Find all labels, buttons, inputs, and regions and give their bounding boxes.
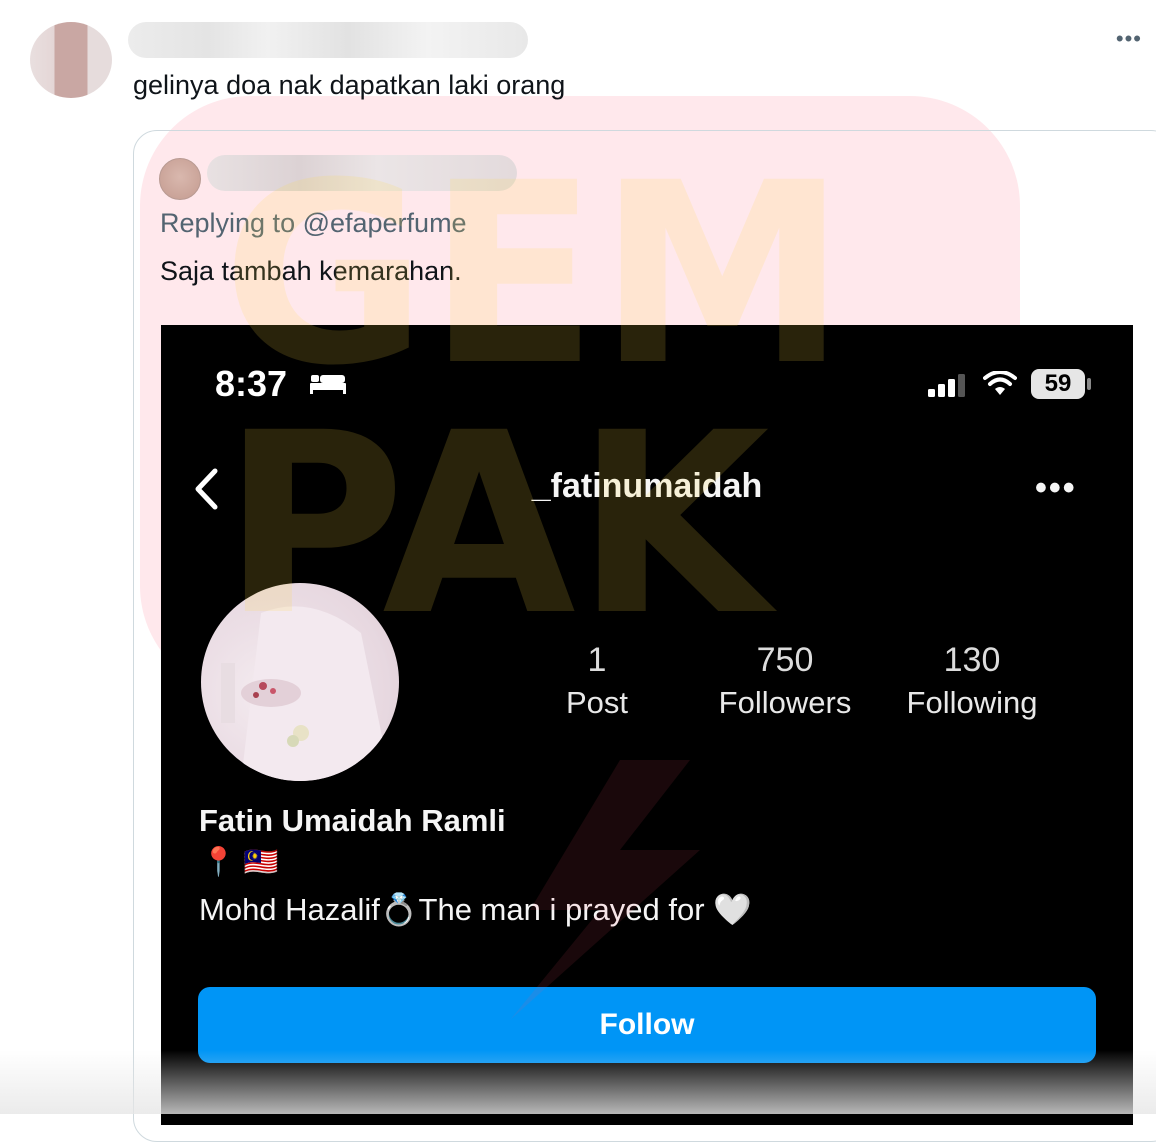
followers-count[interactable]: 750 [695,641,875,680]
profile-screenshot-image[interactable]: 8:37 59 _fatinumaidah ••• 1 Post 750 Fol… [161,325,1133,1125]
profile-photo-illustration [221,606,391,781]
profile-more-icon[interactable]: ••• [1035,469,1077,508]
quoted-tweet-text: Saja tambah kemarahan. [160,256,462,286]
quoted-author-name-blurred [207,155,517,191]
cellular-signal-icon [928,374,965,397]
battery-icon: 59 [1031,369,1085,399]
battery-tip [1087,378,1091,390]
posts-label: Post [565,685,629,720]
status-time: 8:37 [215,363,288,404]
wifi-icon [983,371,1017,395]
location-pin-and-flag: 📍 🇲🇾 [201,846,279,877]
replying-to-label[interactable]: Replying to @efaperfume [160,208,467,239]
profile-bio: Mohd Hazalif💍The man i prayed for 🤍 [199,892,752,927]
profile-picture[interactable] [201,583,399,781]
battery-level: 59 [1044,370,1072,397]
following-label[interactable]: Following [872,685,1072,721]
author-avatar[interactable] [30,22,112,98]
bed-icon [310,375,346,394]
profile-username: _fatinumaidah [531,467,763,505]
bottom-fade [0,1050,1156,1114]
posts-count: 1 [587,641,607,679]
quoted-author-avatar[interactable] [159,158,201,200]
following-count[interactable]: 130 [882,641,1062,680]
author-name-blurred [128,22,528,58]
more-horizontal-icon[interactable]: ••• [1116,26,1142,52]
profile-full-name: Fatin Umaidah Ramli [199,803,506,838]
tweet-text: gelinya doa nak dapatkan laki orang [133,70,566,100]
followers-label[interactable]: Followers [685,685,885,721]
